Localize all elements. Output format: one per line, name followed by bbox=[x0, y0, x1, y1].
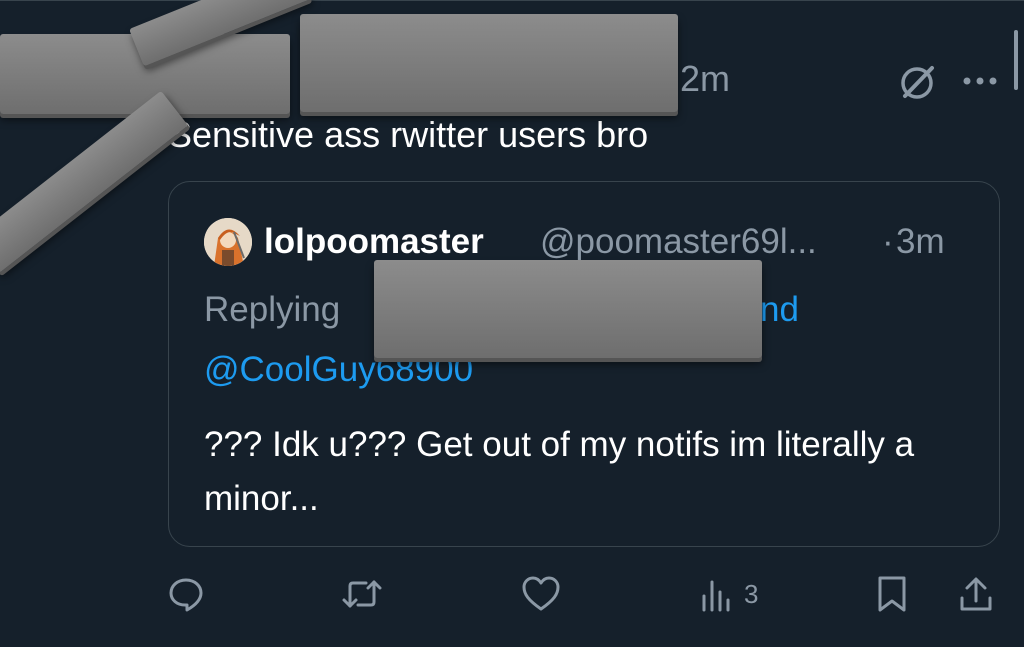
quoted-user-name[interactable]: lolpoomaster bbox=[264, 222, 484, 262]
retweet-icon bbox=[340, 574, 384, 614]
bookmark-icon bbox=[872, 574, 912, 614]
views-button[interactable]: 3 bbox=[700, 574, 758, 614]
quoted-user-handle[interactable]: @poomaster69l... bbox=[540, 222, 817, 262]
reply-icon bbox=[166, 574, 206, 614]
like-button[interactable] bbox=[520, 574, 562, 614]
quoted-timestamp: 3m bbox=[896, 222, 945, 261]
tweet-timestamp[interactable]: 2m bbox=[680, 58, 730, 100]
replying-to-link[interactable]: nd bbox=[760, 290, 799, 330]
bookmark-button[interactable] bbox=[872, 574, 912, 614]
views-count: 3 bbox=[744, 578, 759, 609]
tweet-text: Sensitive ass rwitter users bro bbox=[168, 114, 649, 155]
replying-to-label: Replying bbox=[204, 290, 341, 329]
redaction-box bbox=[300, 14, 678, 112]
quoted-tweet-text: ??? Idk u??? Get out of my notifs im lit… bbox=[204, 425, 915, 518]
retweet-button[interactable] bbox=[340, 574, 384, 614]
scrollbar[interactable] bbox=[1014, 30, 1018, 90]
reply-button[interactable] bbox=[166, 574, 206, 614]
share-icon bbox=[956, 574, 996, 614]
redaction-box bbox=[374, 260, 762, 358]
share-button[interactable] bbox=[956, 574, 996, 614]
grok-icon[interactable] bbox=[896, 60, 940, 104]
more-icon[interactable] bbox=[960, 74, 1000, 88]
divider bbox=[0, 0, 1024, 1]
like-icon bbox=[520, 574, 562, 614]
tweet-screen: 2m Sensitive ass rwitter users bro lolpo… bbox=[0, 0, 1024, 647]
separator-dot: · bbox=[882, 222, 894, 261]
avatar[interactable] bbox=[204, 218, 252, 266]
redaction-box bbox=[0, 90, 189, 274]
views-icon bbox=[700, 574, 734, 614]
